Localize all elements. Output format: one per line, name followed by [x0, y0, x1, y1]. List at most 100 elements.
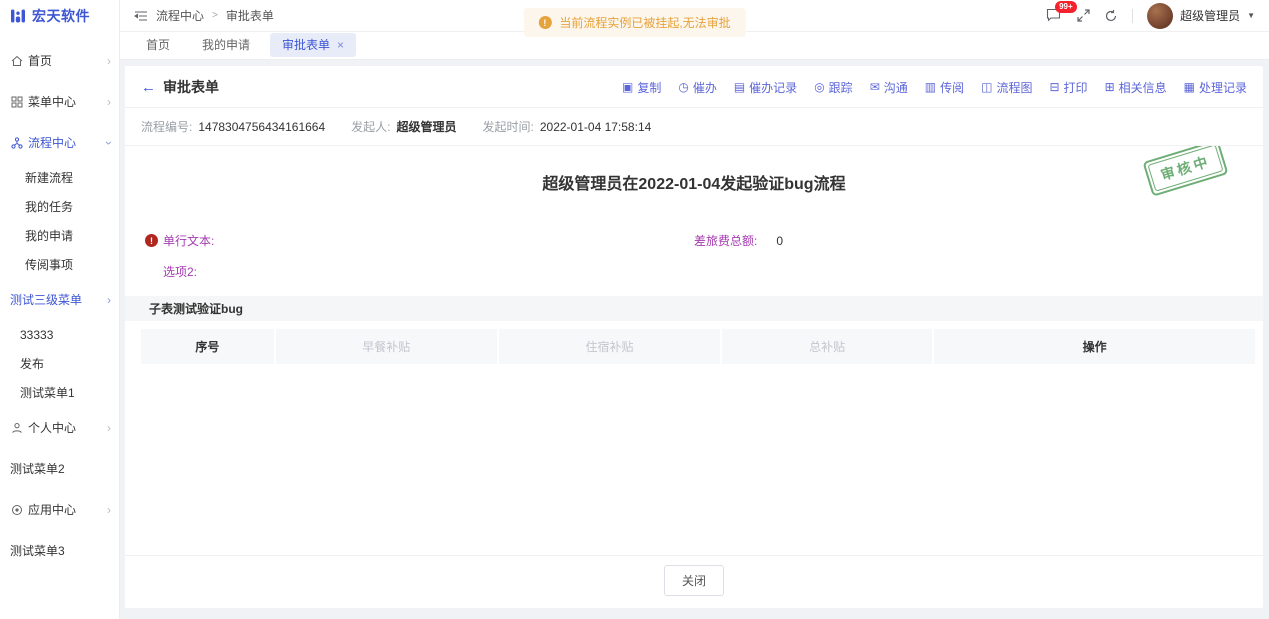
sidebar-item-menu-center[interactable]: 菜单中心 › — [0, 81, 119, 122]
sidebar-item-personal-center[interactable]: 个人中心 › — [0, 407, 119, 448]
sidebar-item-home[interactable]: 首页 › — [0, 40, 119, 81]
copy-icon: ▣ — [622, 80, 633, 94]
app-root: 宏天软件 首页 › 菜单中心 › 流程中心 › 新建流程 我的任务 — [0, 0, 1269, 619]
subtable-header: 序号 早餐补贴 住宿补贴 总补贴 操作 — [141, 329, 1247, 364]
card-header: ← 审批表单 ▣复制 ◷催办 ▤催办记录 ◎跟踪 ✉沟通 ▥传阅 ◫流程图 ⊟打… — [125, 66, 1263, 108]
column-header-total: 总补贴 — [722, 329, 932, 364]
column-header-actions: 操作 — [934, 329, 1255, 364]
copy-button[interactable]: ▣复制 — [622, 79, 661, 96]
sidebar-item-test-menu1[interactable]: 测试菜单1 — [0, 378, 119, 407]
print-button[interactable]: ⊟打印 — [1049, 79, 1087, 96]
sidebar-item-my-tasks[interactable]: 我的任务 — [0, 192, 119, 221]
circulate-button[interactable]: ▥传阅 — [925, 79, 964, 96]
required-icon: ! — [145, 234, 158, 247]
refresh-icon[interactable] — [1104, 9, 1118, 23]
flowchart-button[interactable]: ◫流程图 — [981, 79, 1032, 96]
sidebar-item-test-level3-menu[interactable]: 测试三级菜单 › — [0, 279, 119, 320]
printer-icon: ⊟ — [1049, 80, 1059, 94]
sidebar-item-test-menu3[interactable]: 测试菜单3 — [0, 530, 119, 571]
messages-icon[interactable]: 99+ — [1046, 8, 1063, 23]
sidebar-fold-icon[interactable] — [134, 10, 148, 22]
track-icon: ◎ — [814, 80, 824, 94]
tab-approval-form[interactable]: 审批表单 × — [270, 33, 356, 57]
main-area: 流程中心 > 审批表单 99+ 超级管理员 ▼ — [120, 0, 1269, 619]
brand-logo[interactable]: 宏天软件 — [0, 0, 119, 32]
home-icon — [10, 54, 23, 67]
info-icon: ⊞ — [1105, 80, 1115, 94]
page-title: 审批表单 — [163, 77, 219, 97]
process-meta: 流程编号: 1478304756434161664 发起人: 超级管理员 发起时… — [125, 108, 1263, 146]
records-icon: ▤ — [734, 80, 745, 94]
close-button[interactable]: 关闭 — [664, 565, 724, 596]
message-count-badge: 99+ — [1055, 1, 1077, 13]
sidebar-nav: 首页 › 菜单中心 › 流程中心 › 新建流程 我的任务 我的申请 — [0, 32, 119, 571]
form-area: 超级管理员在2022-01-04发起验证bug流程 审核中 ! 单行文本: 差旅… — [125, 146, 1263, 555]
user-menu[interactable]: 超级管理员 ▼ — [1147, 3, 1255, 29]
breadcrumb-approval-form: 审批表单 — [226, 7, 274, 24]
breadcrumb-process-center[interactable]: 流程中心 — [156, 7, 204, 24]
breadcrumb: 流程中心 > 审批表单 — [134, 7, 274, 24]
option2-field: 选项2: — [163, 263, 197, 280]
chevron-right-icon: › — [107, 294, 111, 306]
subtable-body-empty — [125, 364, 1263, 555]
sidebar-item-publish[interactable]: 发布 — [0, 349, 119, 378]
avatar — [1147, 3, 1173, 29]
tab-home[interactable]: 首页 — [134, 33, 182, 57]
column-header-lodging: 住宿补贴 — [499, 329, 720, 364]
chat-icon: ✉ — [870, 80, 880, 94]
warning-icon: ! — [538, 16, 551, 29]
chevron-right-icon: › — [107, 96, 111, 108]
process-start-time: 发起时间: 2022-01-04 17:58:14 — [483, 118, 652, 135]
person-icon — [10, 421, 23, 434]
close-icon[interactable]: × — [337, 39, 344, 51]
related-info-button[interactable]: ⊞相关信息 — [1105, 79, 1167, 96]
fullscreen-icon[interactable] — [1077, 9, 1090, 22]
user-name: 超级管理员 — [1180, 7, 1240, 24]
warning-message: ! 当前流程实例已被挂起,无法审批 — [523, 8, 745, 37]
topbar-actions: 99+ 超级管理员 ▼ — [1046, 3, 1255, 29]
app-icon — [10, 503, 23, 516]
chevron-down-icon: › — [103, 141, 115, 145]
flow-icon — [10, 136, 23, 149]
card-footer: 关闭 — [125, 555, 1263, 608]
content: ← 审批表单 ▣复制 ◷催办 ▤催办记录 ◎跟踪 ✉沟通 ▥传阅 ◫流程图 ⊟打… — [120, 60, 1269, 619]
brand-logo-icon — [10, 8, 26, 24]
approval-form-card: ← 审批表单 ▣复制 ◷催办 ▤催办记录 ◎跟踪 ✉沟通 ▥传阅 ◫流程图 ⊟打… — [125, 66, 1263, 608]
flowchart-icon: ◫ — [981, 80, 992, 94]
travel-total-field: 差旅费总额: 0 — [694, 232, 783, 249]
process-number: 流程编号: 1478304756434161664 — [141, 118, 325, 135]
clock-icon: ◷ — [678, 80, 688, 94]
back-button[interactable]: ← 审批表单 — [141, 77, 219, 97]
communicate-button[interactable]: ✉沟通 — [870, 79, 908, 96]
sidebar-item-app-center[interactable]: 应用中心 › — [0, 489, 119, 530]
column-header-breakfast: 早餐补贴 — [276, 329, 497, 364]
sidebar-item-33333[interactable]: 33333 — [0, 320, 119, 349]
track-button[interactable]: ◎跟踪 — [814, 79, 853, 96]
breadcrumb-separator: > — [212, 10, 218, 21]
document-title: 超级管理员在2022-01-04发起验证bug流程 — [125, 170, 1263, 194]
sidebar-item-new-process[interactable]: 新建流程 — [0, 163, 119, 192]
chevron-right-icon: › — [107, 422, 111, 434]
grid-icon — [10, 95, 23, 108]
back-arrow-icon: ← — [141, 80, 156, 95]
tab-my-applications[interactable]: 我的申请 — [190, 33, 262, 57]
chevron-right-icon: › — [107, 55, 111, 67]
single-line-text-field: ! 单行文本: — [141, 232, 694, 249]
process-records-button[interactable]: ▦处理记录 — [1184, 79, 1247, 96]
chevron-right-icon: › — [107, 504, 111, 516]
sidebar-item-circulation-items[interactable]: 传阅事项 — [0, 250, 119, 279]
process-starter: 发起人: 超级管理员 — [351, 118, 456, 135]
divider — [1132, 9, 1133, 23]
circulate-icon: ▥ — [925, 80, 936, 94]
sidebar-item-test-menu2[interactable]: 测试菜单2 — [0, 448, 119, 489]
action-toolbar: ▣复制 ◷催办 ▤催办记录 ◎跟踪 ✉沟通 ▥传阅 ◫流程图 ⊟打印 ⊞相关信息… — [622, 79, 1247, 96]
sidebar-item-process-center[interactable]: 流程中心 › — [0, 122, 119, 163]
form-fields: ! 单行文本: 差旅费总额: 0 选项2: — [125, 232, 1263, 280]
urge-records-button[interactable]: ▤催办记录 — [734, 79, 797, 96]
subtable-section-title: 子表测试验证bug — [125, 296, 1263, 321]
sidebar-item-my-applications[interactable]: 我的申请 — [0, 221, 119, 250]
caret-down-icon: ▼ — [1247, 11, 1255, 20]
sidebar: 宏天软件 首页 › 菜单中心 › 流程中心 › 新建流程 我的任务 — [0, 0, 120, 619]
history-icon: ▦ — [1184, 80, 1195, 94]
urge-button[interactable]: ◷催办 — [678, 79, 717, 96]
